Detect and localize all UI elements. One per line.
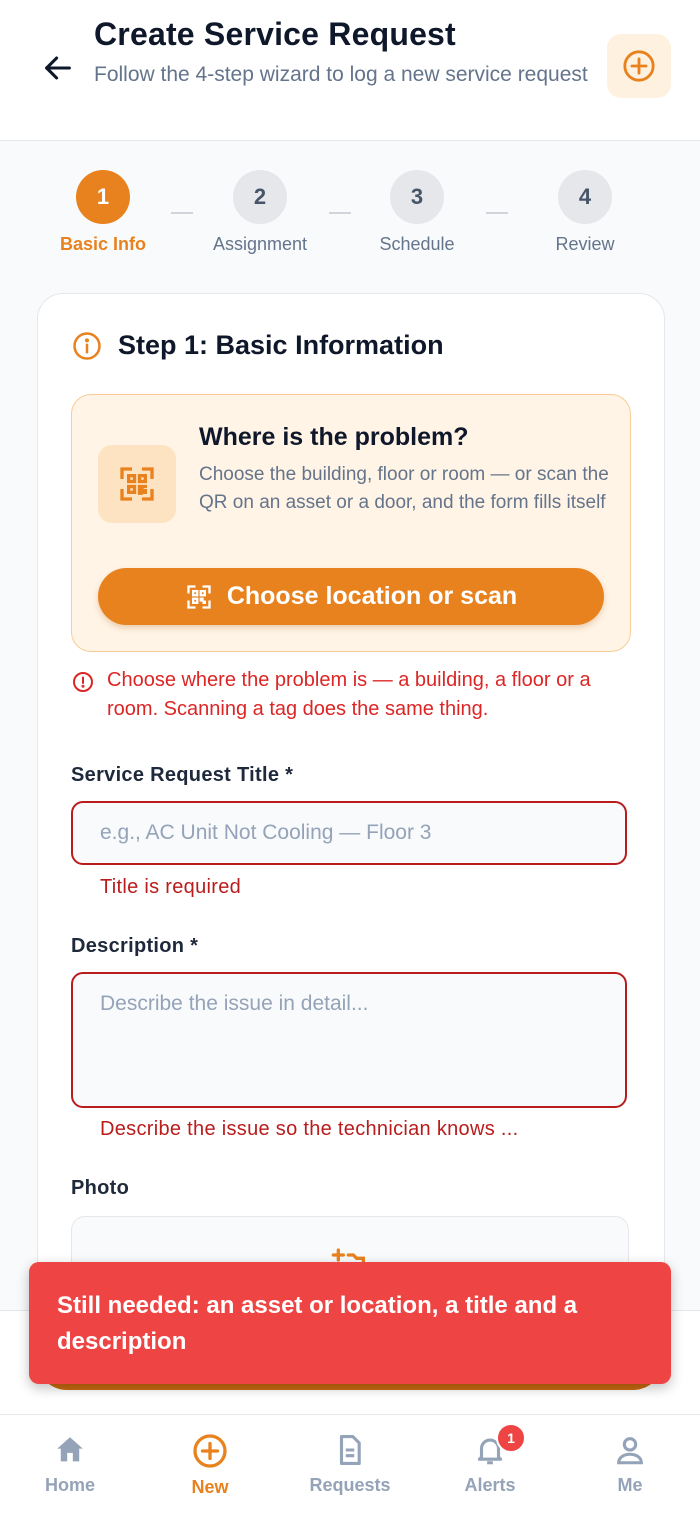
tab-label: New — [191, 1477, 229, 1497]
tab-requests[interactable]: Requests — [280, 1415, 420, 1516]
tab-alerts[interactable]: 1 Alerts — [420, 1415, 560, 1516]
tab-me[interactable]: Me — [560, 1415, 700, 1516]
title-field-label: Service Request Title * — [71, 764, 294, 786]
arrow-left-icon — [45, 56, 71, 80]
choose-location-button[interactable]: Choose location or scan — [98, 568, 604, 625]
location-description: Choose the building, floor or room — or … — [199, 464, 609, 513]
tab-home[interactable]: Home — [0, 1415, 140, 1516]
tab-label: Me — [617, 1475, 643, 1495]
step-label: Schedule — [379, 234, 455, 254]
step-connector — [486, 212, 508, 214]
tab-label: Requests — [309, 1475, 391, 1495]
user-icon — [617, 1437, 643, 1465]
step-label: Review — [555, 234, 615, 254]
page-subtitle: Follow the 4-step wizard to log a new se… — [94, 63, 588, 86]
app-header: Create Service Request Follow the 4-step… — [0, 0, 700, 141]
location-title: Where is the problem? — [199, 423, 469, 451]
step-assignment[interactable]: 2 Assignment — [190, 170, 330, 255]
location-error: Choose where the problem is — a building… — [71, 666, 631, 724]
step-number: 3 — [390, 170, 444, 224]
tab-new[interactable]: New — [140, 1415, 280, 1516]
bottom-tab-bar: Home New Requests 1 Alerts Me — [0, 1414, 700, 1516]
tab-label: Alerts — [464, 1475, 516, 1495]
toast-message: Still needed: an asset or location, a ti… — [57, 1292, 578, 1355]
step-label: Assignment — [212, 234, 308, 254]
step-review[interactable]: 4 Review — [515, 170, 655, 255]
location-error-text: Choose where the problem is — a building… — [107, 669, 591, 720]
step-schedule[interactable]: 3 Schedule — [347, 170, 487, 255]
step-number: 4 — [558, 170, 612, 224]
qr-code-icon — [120, 467, 154, 501]
description-field-label: Description * — [71, 935, 199, 957]
title-error: Title is required — [100, 876, 242, 898]
description-error: Describe the issue so the technician kno… — [100, 1118, 519, 1140]
qr-tile — [98, 445, 176, 523]
qr-scan-icon — [187, 584, 211, 609]
title-input[interactable] — [71, 801, 627, 865]
step-label: Basic Info — [59, 234, 147, 254]
location-panel: Where is the problem? Choose the buildin… — [71, 394, 631, 652]
tab-label: Home — [44, 1475, 95, 1495]
back-button[interactable] — [36, 46, 80, 90]
document-icon — [339, 1434, 361, 1466]
form-card: Step 1: Basic Information Where is the p… — [37, 293, 665, 1395]
step-basic-info[interactable]: 1 Basic Info — [33, 170, 173, 255]
plus-circle-icon — [623, 50, 655, 82]
step-number: 2 — [233, 170, 287, 224]
section-title: Step 1: Basic Information — [118, 330, 444, 360]
header-add-button[interactable] — [607, 34, 671, 98]
home-icon — [57, 1437, 83, 1462]
info-icon — [73, 331, 101, 360]
description-input[interactable] — [71, 972, 627, 1108]
plus-circle-icon — [193, 1434, 227, 1468]
step-number: 1 — [76, 170, 130, 224]
validation-toast: Still needed: an asset or location, a ti… — [29, 1262, 671, 1384]
wizard-stepper: 1 Basic Info 2 Assignment 3 Schedule 4 R… — [0, 140, 700, 290]
photo-field-label: Photo — [71, 1177, 130, 1199]
choose-location-label: Choose location or scan — [226, 582, 518, 610]
alert-circle-icon — [73, 672, 93, 692]
section-header: Step 1: Basic Information — [72, 330, 444, 361]
page-title: Create Service Request — [94, 16, 456, 52]
alerts-badge: 1 — [496, 1423, 526, 1453]
